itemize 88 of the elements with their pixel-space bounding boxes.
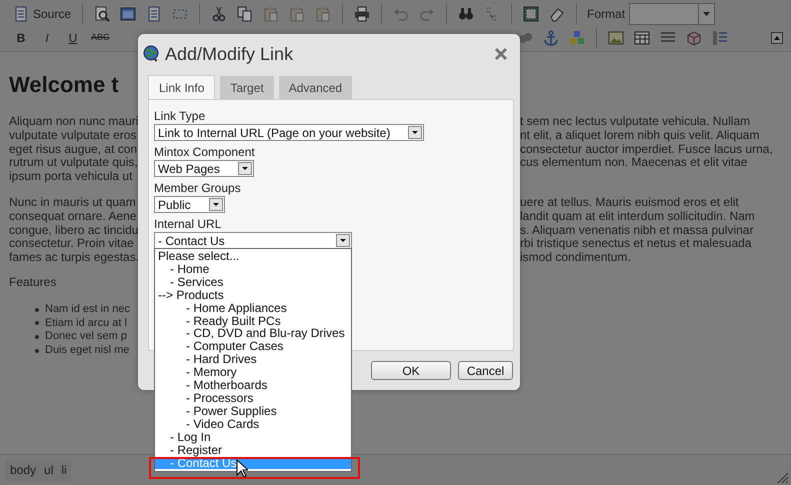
tab[interactable]: Advanced (278, 76, 352, 99)
format-dropdown[interactable] (629, 3, 716, 25)
globe-icon (143, 45, 161, 63)
text-fragment: landit quam at elit interdum sollicitudin. Nam (520, 210, 756, 224)
page-heading: Welcome t (9, 72, 120, 98)
dropdown-option[interactable]: --> Products (155, 288, 351, 302)
dropdown-option[interactable]: - Motherboards (155, 379, 351, 392)
field-label: Member Groups (154, 181, 242, 196)
text-fragment: vulputate vulputate eros (9, 128, 138, 143)
text-fragment: ismod condimentum. (520, 251, 632, 265)
text-fragment: uere at tellus. Mauris euismod eros et elit (520, 196, 740, 210)
dropdown-field[interactable]: Web Pages (154, 160, 254, 177)
text-fragment: Nunc in mauris ut quam (9, 196, 137, 210)
text-fragment: consectetur auctor imperdiet. Fusce lacus urna, (520, 142, 774, 156)
window-icon[interactable] (120, 6, 136, 22)
text-fragment: nt elit, a aliquet lorem nibh quis velit. Aliquam (520, 128, 760, 143)
text-fragment: t sem nec lectus vulputate vehicula. Nullam (520, 115, 752, 129)
bold-button[interactable]: B (10, 27, 32, 49)
bullet-icon (35, 321, 39, 326)
text-fragment: eget risus augue, at con (9, 142, 138, 156)
text-fragment: cus elementum non. Maecenas et elit vitae (520, 156, 748, 170)
field-label: Internal URL (154, 217, 222, 232)
underline-button[interactable]: U (62, 27, 84, 49)
page-icon (13, 6, 29, 22)
magnifier-page-icon[interactable] (94, 6, 110, 22)
text-fragment: s. Aliquam venenatis nibh et massa pulvinar (520, 224, 754, 238)
list-item-fragment: Nam id est in nec (45, 302, 130, 317)
bullet-icon (35, 349, 39, 354)
dialog-button[interactable]: Cancel (458, 361, 513, 380)
strikethrough-button[interactable]: ABC (88, 27, 113, 49)
caret-icon (703, 12, 710, 16)
dropdown-field[interactable]: Link to Internal URL (Page on your website) (154, 124, 424, 141)
field-label: Mintox Component (154, 145, 256, 160)
shape-icon[interactable] (517, 30, 533, 46)
dialog-button[interactable]: OK (371, 361, 451, 380)
eraser-icon[interactable] (549, 6, 566, 22)
bullet-icon (35, 335, 39, 340)
dropdown-field[interactable]: Public (154, 196, 225, 213)
dropdown-option[interactable]: - CD, DVD and Blu-ray Drives (155, 327, 351, 340)
field-label: Link Type (154, 109, 206, 124)
dropdown-field[interactable]: - Contact Us (154, 232, 352, 249)
dropdown-option[interactable]: - Home (155, 262, 351, 276)
resize-grip-icon[interactable] (775, 470, 789, 484)
text-fragment: ipsum porta vehicula ut (9, 170, 134, 184)
dropdown-option[interactable]: - Processors (155, 392, 351, 405)
list-item-fragment: Duis eget nisl me (45, 344, 130, 358)
binoculars-icon[interactable] (458, 6, 474, 22)
close-button[interactable] (494, 47, 508, 61)
text-fragment: congue, libero ac tincidu (9, 224, 138, 238)
text-fragment: rbi tristique senectus et netus et malesuada (520, 237, 752, 252)
list-icon[interactable] (712, 30, 728, 46)
list-item-fragment: Etiam id arcu at l (45, 316, 127, 330)
bullet-icon (35, 308, 39, 312)
dropdown-option[interactable]: - Memory (155, 366, 351, 380)
collapse-button[interactable] (771, 32, 783, 44)
dropdown-option[interactable]: - Register (155, 444, 351, 456)
dialog-title: Add/Modify Link (165, 42, 294, 66)
grid-box-icon[interactable] (523, 6, 540, 22)
anchor-icon[interactable] (543, 30, 559, 46)
box-icon[interactable] (686, 30, 702, 46)
italic-button[interactable]: I (36, 27, 58, 49)
tab[interactable]: Target (220, 76, 274, 99)
dropdown-option[interactable]: - Power Supplies (155, 404, 351, 418)
text-fragment: fames ac turpis egestas. (9, 251, 138, 265)
picture-icon[interactable] (608, 30, 624, 46)
copy-icon[interactable] (237, 6, 254, 22)
format-label: Format (587, 6, 626, 23)
dropdown-option[interactable]: - Computer Cases (155, 340, 351, 354)
text-fragment: consequat ornare. Aene (9, 210, 138, 224)
dropdown-option[interactable]: - Hard Drives (155, 353, 351, 366)
page-icon[interactable] (146, 6, 162, 22)
tab[interactable]: Link Info (148, 75, 216, 99)
scissors-icon[interactable] (211, 6, 228, 22)
dropdown-option[interactable]: - Ready Built PCs (155, 314, 351, 328)
text-fragment: Aliquam non nunc mauri (9, 115, 138, 129)
features-label: Features (9, 276, 58, 290)
source-button[interactable]: Source (10, 3, 74, 25)
close-icon (494, 47, 508, 61)
table-icon[interactable] (634, 30, 650, 46)
text-fragment: rutrum ut vulputate quis, (9, 156, 138, 170)
text-fragment: consectetur. Proin vitae (9, 237, 135, 252)
dropdown-option[interactable]: - Home Appliances (155, 302, 351, 315)
dropdown-option[interactable]: Please select... (155, 250, 351, 263)
dropdown-option[interactable]: - Video Cards (155, 418, 351, 431)
printer-icon[interactable] (354, 6, 370, 22)
list-item-fragment: Donec vel sem p (45, 330, 127, 344)
dropdown-option[interactable]: - Services (155, 276, 351, 289)
dropdown-option[interactable]: - Log In (155, 430, 351, 444)
